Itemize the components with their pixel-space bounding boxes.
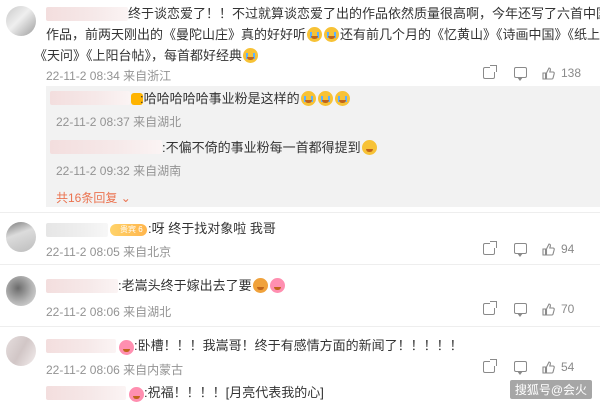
reply-text-content: :哈哈哈哈哈事业粉是这样的 [140, 91, 300, 106]
like-count: 138 [561, 66, 582, 80]
chevron-down-icon: ⌄ [120, 191, 131, 205]
share-icon [483, 301, 497, 315]
username[interactable] [46, 7, 128, 21]
reply-text: :不偏不倚的事业粉每一首都得提到 [162, 137, 378, 158]
more-replies-link[interactable]: 共16条回复 ⌄ [56, 189, 131, 206]
like-button[interactable]: 94 [542, 242, 574, 256]
heart-badge-icon [119, 340, 134, 355]
username[interactable] [50, 91, 130, 105]
avatar[interactable] [6, 276, 36, 306]
comment-icon [514, 243, 527, 257]
comment-meta: 22-11-2 08:06 来自内蒙古 [46, 363, 184, 377]
comment-button[interactable] [514, 361, 527, 375]
share-icon [483, 65, 497, 79]
username[interactable] [46, 339, 116, 353]
comment-text-line: 《天问》《上阳台帖》，每首都好经典 [34, 48, 243, 63]
like-button[interactable]: 70 [542, 302, 574, 316]
avatar[interactable] [6, 6, 36, 36]
watermark: 搜狐号@会火 [509, 380, 592, 399]
share-button[interactable] [483, 301, 497, 315]
reply-text-content: :不偏不倚的事业粉每一首都得提到 [162, 140, 361, 155]
share-icon [483, 241, 497, 255]
divider [0, 326, 600, 327]
comment-icon [514, 67, 527, 81]
avatar[interactable] [6, 222, 36, 252]
like-count: 54 [561, 360, 575, 374]
heart-badge-icon [129, 387, 144, 402]
comment-text: 作品，前两天刚出的《曼陀山庄》真的好好听 还有前几个月的《忆黄山》《诗画中国》《纸… [46, 24, 600, 45]
comment-button[interactable] [514, 67, 527, 81]
like-button[interactable]: 54 [542, 360, 574, 374]
comment-icon [514, 361, 527, 375]
comment-button[interactable] [514, 243, 527, 257]
like-count: 70 [561, 302, 575, 316]
crying-emoji-icon [317, 91, 333, 106]
crying-emoji-icon [300, 91, 316, 106]
comment-text: :呀 终于找对象啦 我哥 [148, 221, 276, 236]
comment-meta: 22-11-2 08:34 来自浙江 [46, 69, 172, 83]
like-button[interactable]: 138 [542, 66, 581, 80]
reply-meta: 22-11-2 09:32 来自湖南 [56, 164, 182, 178]
comment-text: :老嵩头终于嫁出去了要 [118, 275, 286, 296]
reply-meta: 22-11-2 08:37 来自湖北 [56, 115, 182, 129]
share-button[interactable] [483, 241, 497, 255]
crying-emoji-icon [243, 48, 259, 63]
comment-text-line: 还有前几个月的《忆黄山》《诗画中国》《纸上雪》 [340, 27, 600, 42]
comment-text-line: 作品，前两天刚出的《曼陀山庄》真的好好听 [46, 27, 307, 42]
crying-emoji-icon [307, 27, 323, 42]
comment-text: 《天问》《上阳台帖》，每首都好经典 [34, 45, 259, 66]
angry-emoji-icon [252, 278, 268, 293]
share-button[interactable] [483, 65, 497, 79]
love-emoji-icon [269, 278, 285, 293]
thumbs-up-icon [542, 242, 555, 256]
username[interactable] [46, 279, 118, 293]
more-replies-label: 共16条回复 [56, 191, 118, 205]
username[interactable] [46, 223, 108, 237]
crying-emoji-icon [324, 27, 340, 42]
reply-text: :哈哈哈哈哈事业粉是这样的 [140, 88, 351, 109]
comment-text-content: :老嵩头终于嫁出去了要 [118, 278, 252, 293]
username[interactable] [50, 140, 162, 154]
avatar[interactable] [6, 336, 36, 366]
vip-badge: 贵宾 6 [110, 224, 147, 236]
comment-meta: 22-11-2 08:06 来自湖北 [46, 305, 172, 319]
username[interactable] [46, 386, 126, 400]
divider [0, 212, 600, 213]
thumbs-up-icon [542, 66, 555, 80]
comment-text: 终于谈恋爱了！！不过就算谈恋爱了出的作品依然质量很高啊，今年还写了六首中国风 [128, 6, 600, 21]
comment-text: :卧槽！！！我嵩哥！终于有感情方面的新闻了！！！！！ [134, 338, 463, 353]
share-button[interactable] [483, 359, 497, 373]
thumbs-up-icon [542, 360, 555, 374]
divider [0, 264, 600, 265]
comment-icon [514, 303, 527, 317]
smile-emoji-icon [361, 140, 377, 155]
crying-emoji-icon [334, 91, 350, 106]
thumbs-up-icon [542, 302, 555, 316]
comment-meta: 22-11-2 08:05 来自北京 [46, 245, 172, 259]
comment-button[interactable] [514, 303, 527, 317]
comment-text: :祝福！！！！[月亮代表我的心] [144, 385, 324, 400]
share-icon [483, 359, 497, 373]
like-count: 94 [561, 242, 575, 256]
